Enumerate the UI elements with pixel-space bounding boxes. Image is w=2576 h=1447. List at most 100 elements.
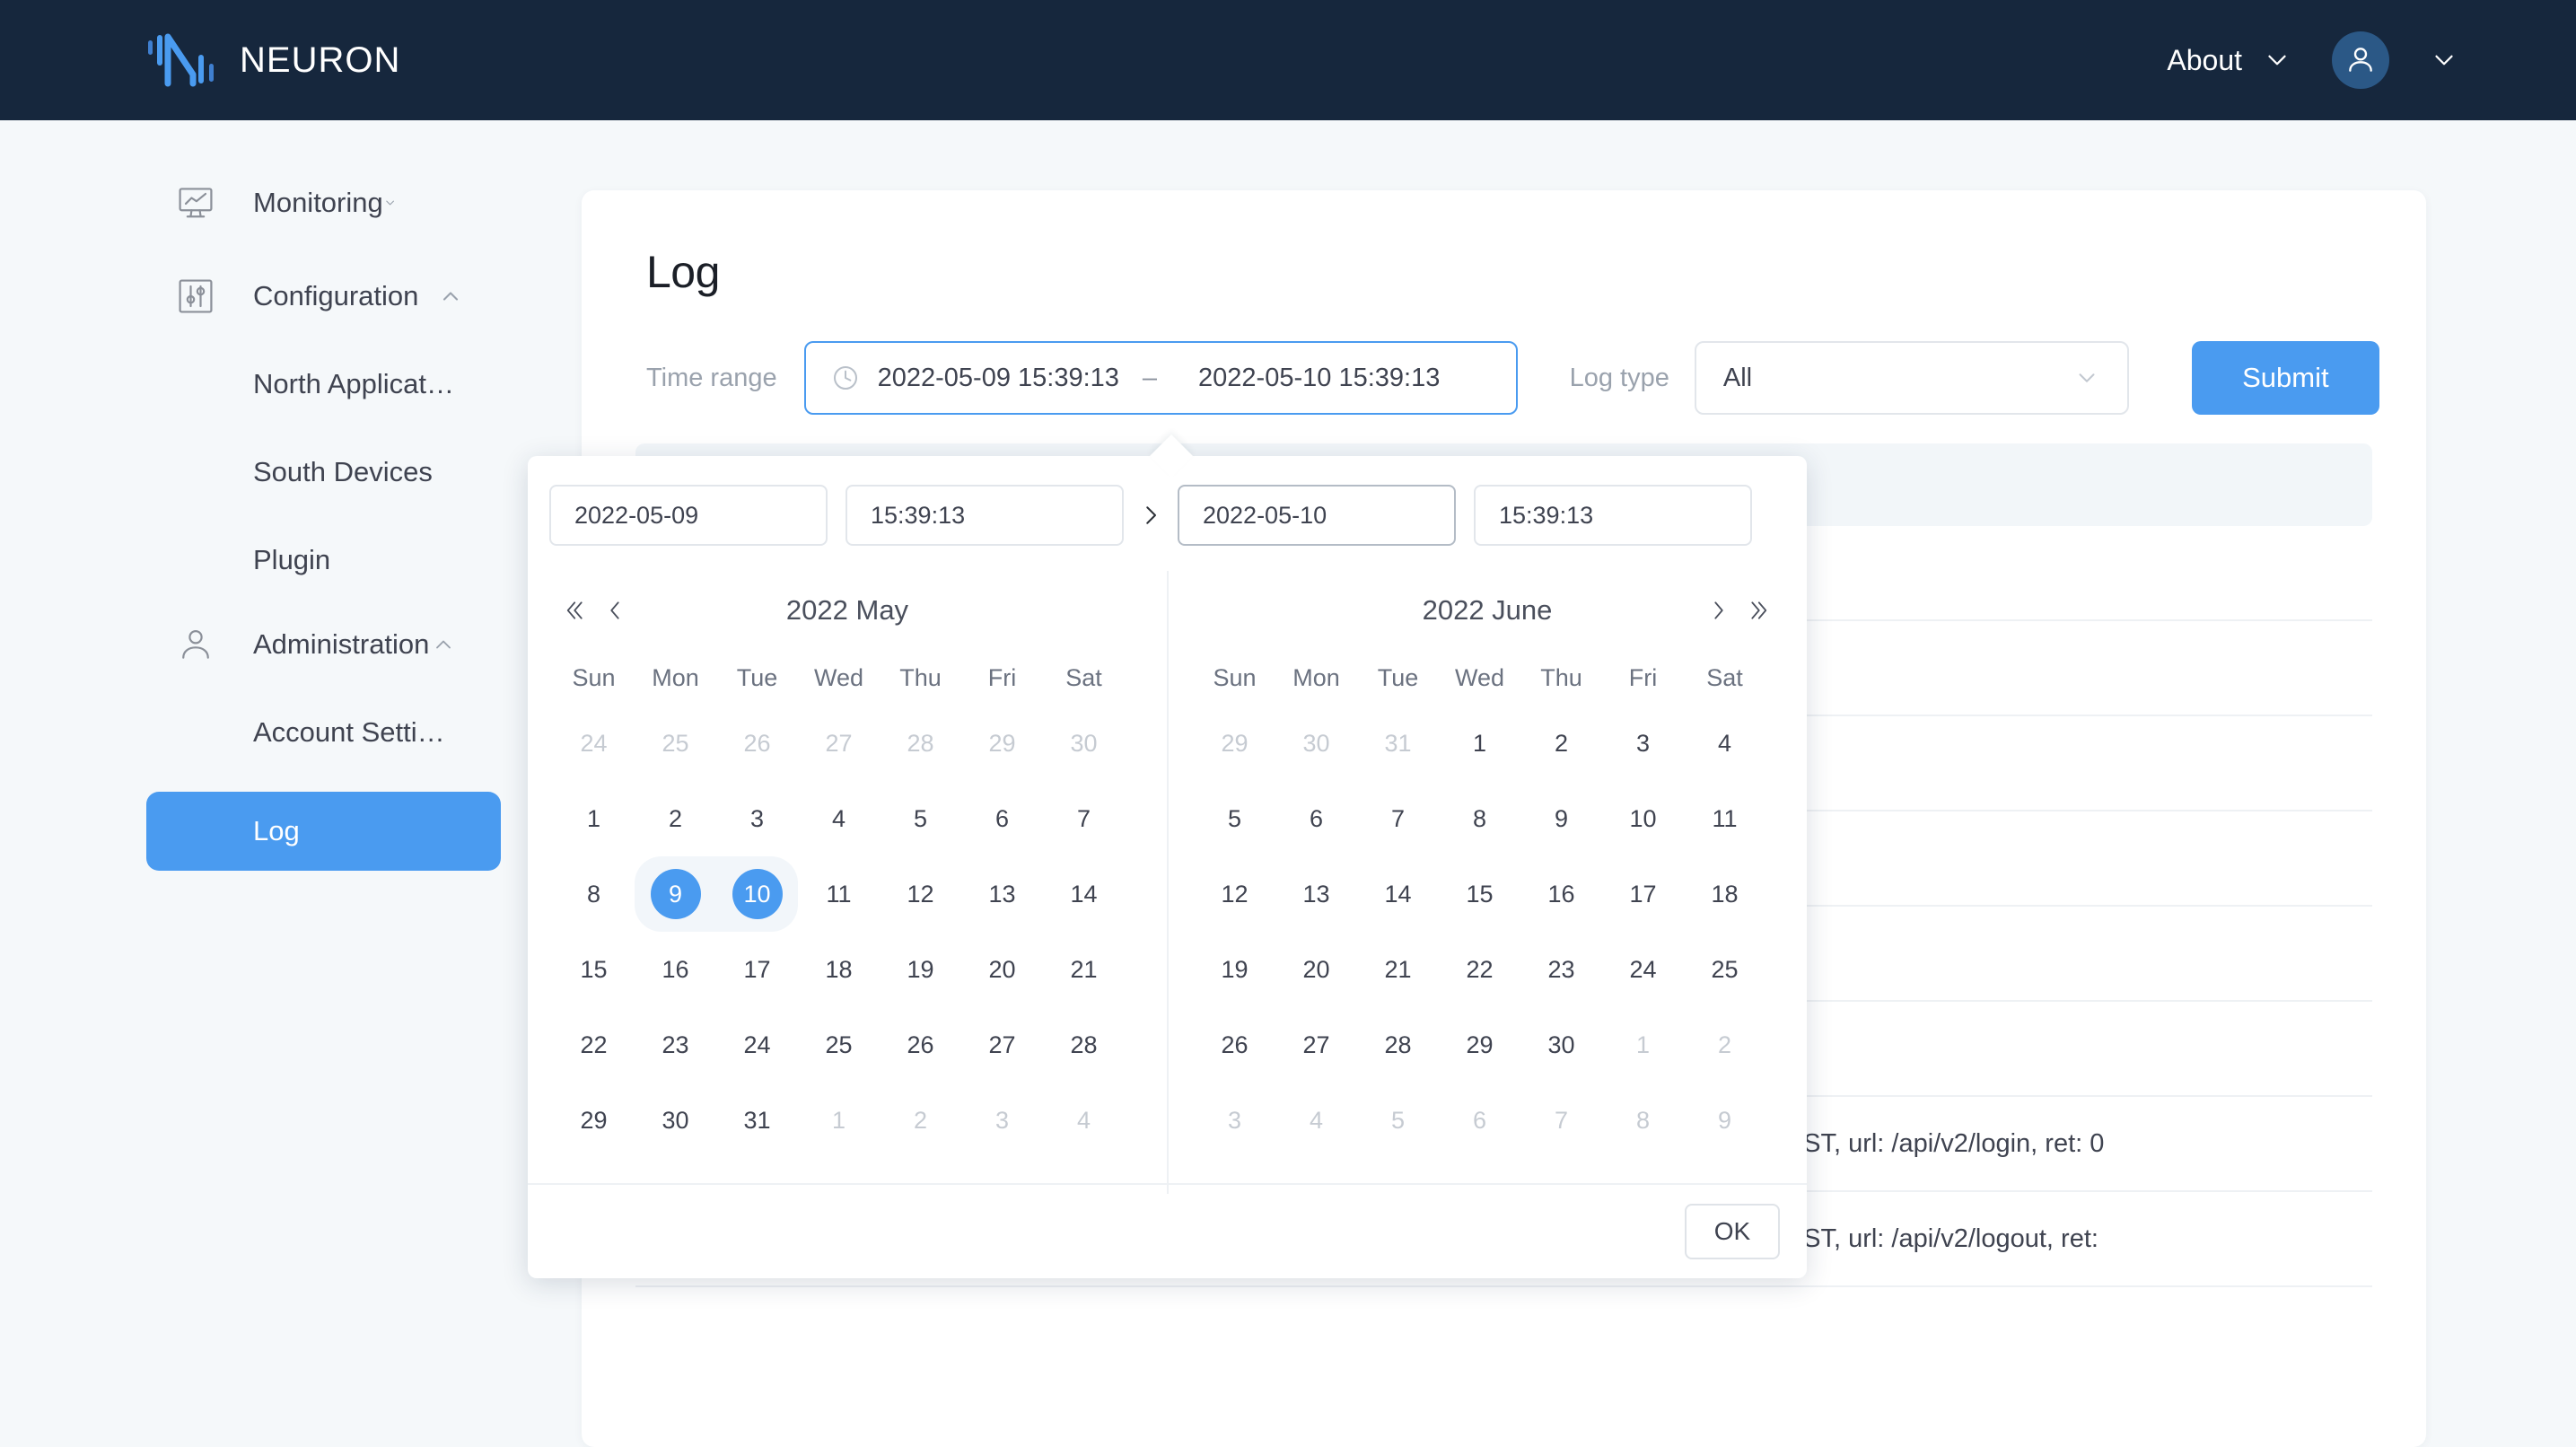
calendar-day[interactable]: 27 [1275, 1007, 1357, 1083]
end-time-input[interactable]: 15:39:13 [1474, 485, 1752, 546]
calendar-day[interactable]: 29 [1439, 1007, 1520, 1083]
calendar-day[interactable]: 1 [1602, 1007, 1684, 1083]
calendar-day[interactable]: 7 [1520, 1083, 1602, 1158]
log-type-select[interactable]: All [1694, 341, 2129, 415]
calendar-day[interactable]: 7 [1043, 781, 1125, 856]
calendar-day[interactable]: 26 [716, 706, 798, 781]
calendar-day[interactable]: 8 [1602, 1083, 1684, 1158]
ok-button[interactable]: OK [1685, 1204, 1780, 1259]
calendar-day[interactable]: 14 [1357, 856, 1439, 932]
sidebar-item-account-settings[interactable]: Account Setti… [0, 697, 582, 768]
sidebar-item-plugin[interactable]: Plugin [0, 524, 582, 596]
calendar-day[interactable]: 26 [880, 1007, 961, 1083]
calendar-day[interactable]: 10 [716, 856, 798, 932]
calendar-day[interactable]: 19 [1194, 932, 1275, 1007]
about-menu[interactable]: About [2167, 44, 2242, 77]
calendar-day[interactable]: 7 [1357, 781, 1439, 856]
calendar-day[interactable]: 31 [716, 1083, 798, 1158]
calendar-day[interactable]: 15 [553, 932, 635, 1007]
calendar-day[interactable]: 18 [798, 932, 880, 1007]
calendar-day[interactable]: 14 [1043, 856, 1125, 932]
calendar-day[interactable]: 22 [1439, 932, 1520, 1007]
calendar-day[interactable]: 29 [553, 1083, 635, 1158]
calendar-day[interactable]: 29 [1194, 706, 1275, 781]
calendar-day[interactable]: 25 [635, 706, 716, 781]
range-end-value[interactable]: 2022-05-10 15:39:13 [1198, 364, 1440, 393]
time-range-input[interactable]: 2022-05-09 15:39:13 – 2022-05-10 15:39:1… [803, 341, 1518, 415]
sidebar-item-monitoring[interactable]: Monitoring [0, 167, 582, 239]
calendar-day[interactable]: 4 [1043, 1083, 1125, 1158]
calendar-day[interactable]: 8 [1439, 781, 1520, 856]
chevron-down-icon[interactable] [2262, 45, 2292, 75]
calendar-day[interactable]: 4 [1275, 1083, 1357, 1158]
calendar-day[interactable]: 30 [1520, 1007, 1602, 1083]
calendar-day[interactable]: 13 [961, 856, 1043, 932]
calendar-day[interactable]: 9 [1520, 781, 1602, 856]
calendar-day[interactable]: 30 [1275, 706, 1357, 781]
calendar-day[interactable]: 9 [635, 856, 716, 932]
calendar-day[interactable]: 9 [1684, 1083, 1766, 1158]
calendar-day[interactable]: 3 [1602, 706, 1684, 781]
calendar-day[interactable]: 2 [1520, 706, 1602, 781]
calendar-day[interactable]: 16 [635, 932, 716, 1007]
chevron-up-icon[interactable] [431, 632, 456, 657]
calendar-day[interactable]: 31 [1357, 706, 1439, 781]
submit-button[interactable]: Submit [2191, 341, 2379, 415]
calendar-day[interactable]: 28 [880, 706, 961, 781]
calendar-day[interactable]: 1 [553, 781, 635, 856]
calendar-day[interactable]: 3 [1194, 1083, 1275, 1158]
calendar-day[interactable]: 4 [1684, 706, 1766, 781]
calendar-day[interactable]: 27 [798, 706, 880, 781]
chevron-down-icon[interactable] [2429, 45, 2459, 75]
calendar-day[interactable]: 10 [1602, 781, 1684, 856]
calendar-day[interactable]: 13 [1275, 856, 1357, 932]
calendar-day[interactable]: 28 [1043, 1007, 1125, 1083]
calendar-day[interactable]: 25 [798, 1007, 880, 1083]
sidebar-item-north-applications[interactable]: North Applicat… [0, 348, 582, 420]
calendar-day[interactable]: 23 [635, 1007, 716, 1083]
calendar-day[interactable]: 5 [880, 781, 961, 856]
avatar[interactable] [2332, 31, 2389, 89]
calendar-day[interactable]: 6 [961, 781, 1043, 856]
calendar-day[interactable]: 24 [716, 1007, 798, 1083]
calendar-day[interactable]: 2 [1684, 1007, 1766, 1083]
range-start-value[interactable]: 2022-05-09 15:39:13 [878, 364, 1119, 393]
calendar-day[interactable]: 6 [1275, 781, 1357, 856]
calendar-day[interactable]: 28 [1357, 1007, 1439, 1083]
start-time-input[interactable]: 15:39:13 [846, 485, 1124, 546]
calendar-day[interactable]: 3 [961, 1083, 1043, 1158]
calendar-day[interactable]: 24 [1602, 932, 1684, 1007]
calendar-day[interactable]: 12 [1194, 856, 1275, 932]
end-date-input[interactable]: 2022-05-10 [1178, 485, 1456, 546]
calendar-day[interactable]: 30 [635, 1083, 716, 1158]
calendar-day[interactable]: 11 [1684, 781, 1766, 856]
calendar-day[interactable]: 6 [1439, 1083, 1520, 1158]
calendar-day[interactable]: 2 [635, 781, 716, 856]
calendar-day[interactable]: 25 [1684, 932, 1766, 1007]
calendar-day[interactable]: 11 [798, 856, 880, 932]
calendar-day[interactable]: 17 [716, 932, 798, 1007]
calendar-day[interactable]: 22 [553, 1007, 635, 1083]
calendar-day[interactable]: 1 [1439, 706, 1520, 781]
calendar-day[interactable]: 17 [1602, 856, 1684, 932]
start-date-input[interactable]: 2022-05-09 [549, 485, 828, 546]
calendar-day[interactable]: 5 [1357, 1083, 1439, 1158]
chevron-down-icon[interactable] [2073, 364, 2100, 391]
sidebar-item-log[interactable]: Log [146, 792, 501, 871]
calendar-day[interactable]: 1 [798, 1083, 880, 1158]
calendar-day[interactable]: 4 [798, 781, 880, 856]
calendar-day[interactable]: 5 [1194, 781, 1275, 856]
calendar-day[interactable]: 16 [1520, 856, 1602, 932]
calendar-day[interactable]: 18 [1684, 856, 1766, 932]
calendar-day[interactable]: 8 [553, 856, 635, 932]
calendar-day[interactable]: 21 [1357, 932, 1439, 1007]
calendar-day[interactable]: 15 [1439, 856, 1520, 932]
calendar-day[interactable]: 19 [880, 932, 961, 1007]
sidebar-item-administration[interactable]: Administration [0, 609, 582, 680]
sidebar-item-configuration[interactable]: Configuration [0, 260, 582, 332]
calendar-day[interactable]: 3 [716, 781, 798, 856]
calendar-day[interactable]: 26 [1194, 1007, 1275, 1083]
calendar-day[interactable]: 12 [880, 856, 961, 932]
chevron-down-icon[interactable] [383, 190, 397, 215]
calendar-day[interactable]: 20 [1275, 932, 1357, 1007]
